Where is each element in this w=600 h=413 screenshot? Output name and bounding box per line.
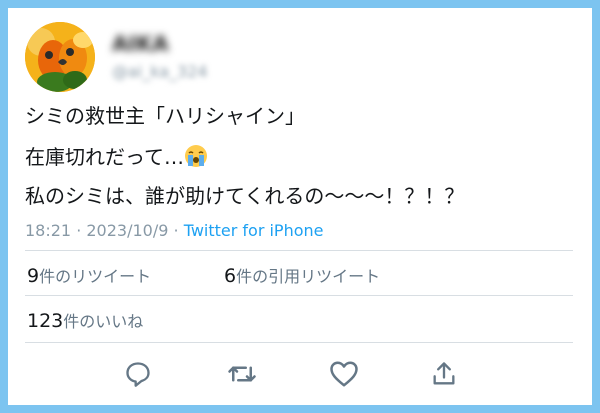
divider — [25, 250, 573, 251]
retweet-icon — [228, 366, 256, 382]
user-handle[interactable]: @ai_ka_324 — [112, 62, 208, 81]
tweet-text-line-1: シミの救世主「ハリシャイン」 — [25, 104, 305, 128]
reply-icon — [126, 362, 150, 387]
reply-button[interactable] — [122, 358, 154, 390]
quotes-label: 件の引用リツイート — [236, 267, 381, 286]
tweet-date[interactable]: 2023/10/9 — [86, 221, 168, 240]
tweet-text-line-2: 在庫切れだって… — [25, 141, 208, 170]
retweets-stat[interactable]: 9件のリツイート — [27, 263, 151, 287]
likes-stat[interactable]: 123件のいいね — [27, 308, 143, 332]
quote-tweets-stat[interactable]: 6件の引用リツイート — [224, 263, 380, 287]
meta-separator: · — [168, 221, 184, 240]
tweet-card: AIKA @ai_ka_324 シミの救世主「ハリシャイン」 在庫切れだって… … — [8, 8, 592, 405]
display-name[interactable]: AIKA — [112, 32, 169, 56]
share-icon — [433, 362, 455, 385]
loudly-crying-face-emoji-icon — [184, 144, 208, 168]
retweet-button[interactable] — [226, 358, 258, 390]
like-button[interactable] — [328, 358, 360, 390]
likes-count: 123 — [27, 310, 64, 332]
tweet-time[interactable]: 18:21 — [25, 221, 71, 240]
tweet-text-line-3: 私のシミは、誰が助けてくれるの〜〜〜！？！？ — [25, 184, 465, 208]
tweet-text-line-2-text: 在庫切れだって… — [25, 145, 184, 169]
tweet-source-link[interactable]: Twitter for iPhone — [184, 221, 324, 240]
likes-label: 件のいいね — [63, 312, 144, 331]
divider — [25, 342, 573, 343]
tweet-meta: 18:21 · 2023/10/9 · Twitter for iPhone — [25, 221, 324, 240]
divider — [25, 295, 573, 296]
share-button[interactable] — [428, 358, 460, 390]
quotes-count: 6 — [224, 265, 237, 287]
avatar[interactable] — [25, 22, 95, 92]
like-icon — [330, 361, 358, 387]
meta-separator: · — [71, 221, 87, 240]
retweets-count: 9 — [27, 265, 40, 287]
retweets-label: 件のリツイート — [39, 267, 152, 286]
